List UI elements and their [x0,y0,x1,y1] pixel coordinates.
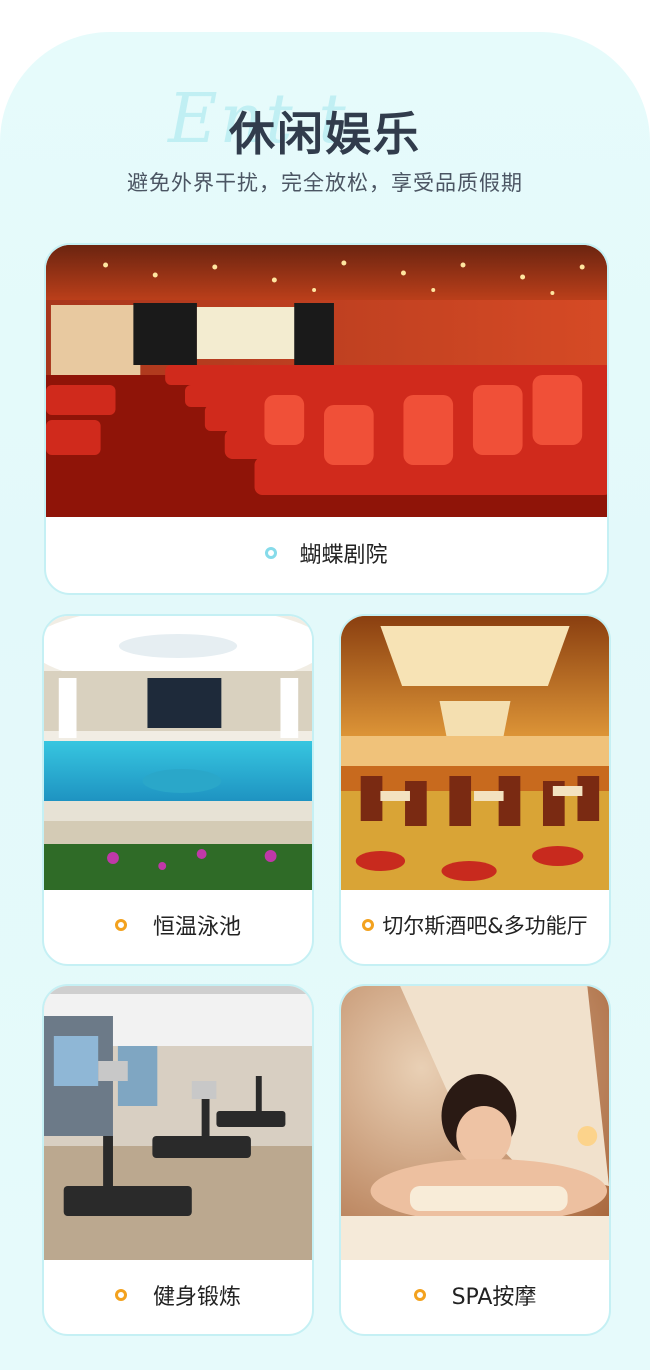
pool-photo [44,616,312,890]
card-caption: 蝴蝶剧院 [46,513,607,593]
card-theater[interactable]: 蝴蝶剧院 [44,243,609,595]
card-caption: SPA按摩 [341,1256,609,1334]
bar-photo [341,616,609,890]
card-caption: 健身锻炼 [44,1256,312,1334]
bullet-dot-icon [114,1289,127,1301]
card-spa[interactable]: SPA按摩 [339,984,611,1336]
card-label-theater: 蝴蝶剧院 [299,543,388,568]
page-title: 休闲娱乐 [229,107,421,161]
card-caption: 恒温泳池 [44,886,312,964]
card-pool[interactable]: 恒温泳池 [42,614,314,966]
card-label-pool: 恒温泳池 [152,915,241,940]
card-caption: 切尔斯酒吧&多功能厅 [341,886,609,964]
card-gym[interactable]: 健身锻炼 [42,984,314,1336]
bullet-dot-icon [362,919,375,931]
card-label-bar: 切尔斯酒吧&多功能厅 [382,914,588,938]
card-label-spa: SPA按摩 [451,1285,537,1310]
gym-photo [44,986,312,1260]
bullet-dot-icon [114,919,127,931]
section-header: Ent t 休闲娱乐 避免外界干扰，完全放松，享受品质假期 [0,80,650,200]
card-label-gym: 健身锻炼 [152,1285,241,1310]
theater-photo [46,245,607,517]
page-subtitle: 避免外界干扰，完全放松，享受品质假期 [127,171,523,195]
card-bar[interactable]: 切尔斯酒吧&多功能厅 [339,614,611,966]
bullet-dot-icon [265,547,278,559]
spa-photo [341,986,609,1260]
bullet-dot-icon [413,1289,426,1301]
